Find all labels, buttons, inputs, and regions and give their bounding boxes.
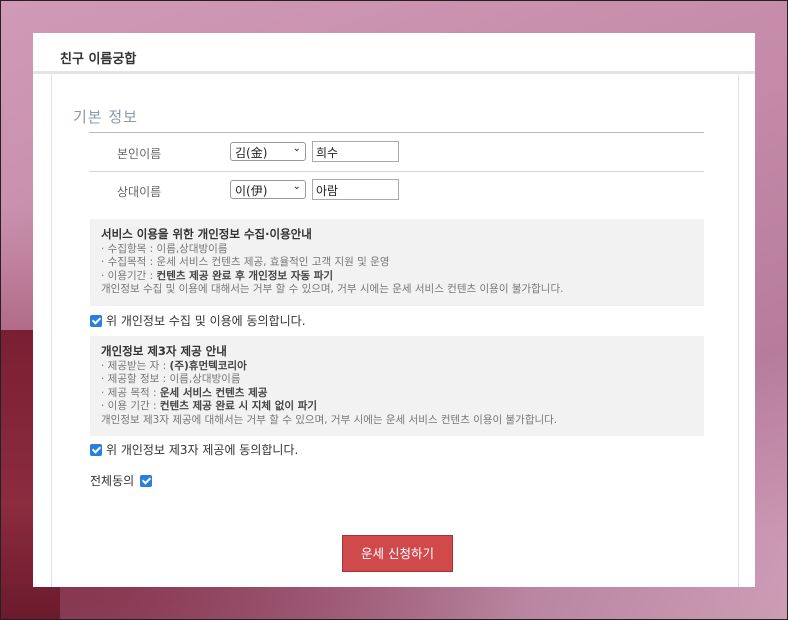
self-name-label: 본인이름 [117, 147, 162, 161]
self-name-input[interactable]: 희수 [312, 141, 399, 162]
notice-line: · 제공받는 자 : (주)휴먼텍코리아 [101, 359, 247, 372]
agree-label: 위 개인정보 수집 및 이용에 동의합니다. [106, 314, 306, 328]
submit-button[interactable]: 운세 신청하기 [342, 535, 453, 572]
chevron-down-icon: ⌄ [292, 143, 301, 154]
notice-title: 개인정보 제3자 제공 안내 [101, 344, 227, 358]
partner-surname-select[interactable]: 이(伊) ⌄ [230, 180, 306, 199]
privacy-third-notice: 개인정보 제3자 제공 안내 · 제공받는 자 : (주)휴먼텍코리아 · 제공… [90, 336, 704, 436]
notice-title: 서비스 이용을 위한 개인정보 수집·이용안내 [101, 227, 312, 241]
notice-line: · 제공 목적 : 운세 서비스 컨텐츠 제공 [101, 386, 268, 399]
partner-name-label: 상대이름 [117, 185, 162, 199]
privacy-collect-notice: 서비스 이용을 위한 개인정보 수집·이용안내 · 수집항목 : 이름,상대방이… [90, 219, 704, 306]
divider [89, 171, 704, 172]
agree-all[interactable]: 전체동의 [90, 472, 156, 489]
privacy-third-agree[interactable]: 위 개인정보 제3자 제공에 동의합니다. [90, 441, 298, 458]
notice-line: · 이용기간 : 컨텐츠 제공 완료 후 개인정보 자동 파기 [101, 269, 334, 282]
agree-label: 위 개인정보 제3자 제공에 동의합니다. [106, 443, 299, 457]
self-surname-select[interactable]: 김(金) ⌄ [230, 142, 306, 161]
notice-line: · 수집목적 : 운세 서비스 컨텐츠 제공, 효율적인 고객 지원 및 운영 [101, 256, 390, 268]
checkbox-checked[interactable] [90, 444, 102, 456]
notice-line: 개인정보 제3자 제공에 대해서는 거부 할 수 있으며, 거부 시에는 운세 … [101, 413, 558, 426]
privacy-collect-agree[interactable]: 위 개인정보 수집 및 이용에 동의합니다. [90, 312, 306, 329]
divider [89, 132, 704, 133]
checkbox-checked[interactable] [140, 475, 152, 487]
checkbox-checked[interactable] [90, 315, 102, 327]
notice-line: · 이용 기간 : 컨텐츠 제공 완료 시 지체 없이 파기 [101, 400, 318, 412]
partner-name-input[interactable]: 아람 [312, 179, 399, 200]
panel-title: 친구 이름궁합 [60, 52, 137, 67]
partner-surname-value: 이(伊) [235, 184, 268, 198]
notice-line: · 수집항목 : 이름,상대방이름 [101, 242, 228, 255]
compatibility-panel: 친구 이름궁합 기본 정보 본인이름 김(金) ⌄ 희수 상대이름 이(伊) ⌄… [33, 33, 755, 587]
notice-line: · 제공할 정보 : 이름,상대방이름 [101, 373, 241, 385]
notice-line: 개인정보 수집 및 이용에 대해서는 거부 할 수 있으며, 거부 시에는 운세… [101, 283, 564, 295]
self-surname-value: 김(金) [235, 146, 268, 160]
section-title: 기본 정보 [73, 108, 138, 126]
agree-all-label: 전체동의 [90, 474, 135, 488]
chevron-down-icon: ⌄ [292, 181, 301, 192]
